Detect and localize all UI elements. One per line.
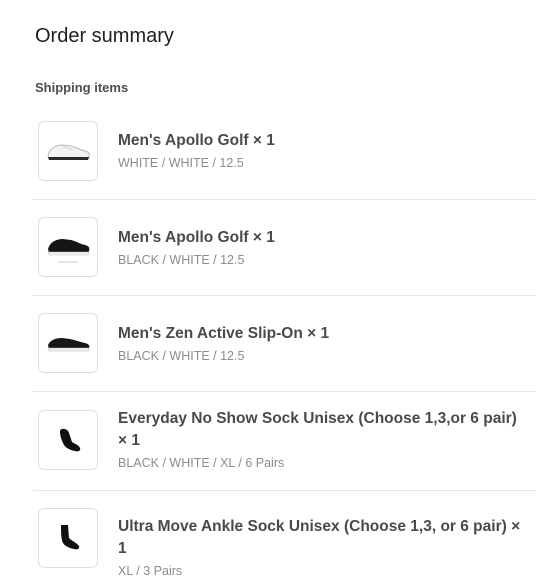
list-item: Men's Apollo Golf × 1 BLACK / WHITE / 12… [33, 199, 536, 296]
item-name: Men's Apollo Golf × 1 [118, 132, 275, 149]
product-image-white-golf-shoe[interactable] [38, 121, 98, 181]
item-variant: WHITE / WHITE / 12.5 [118, 156, 244, 170]
black-slip-on-shoe-icon [47, 338, 90, 352]
product-image-black-no-show-sock[interactable] [38, 410, 98, 470]
item-variant: BLACK / WHITE / 12.5 [118, 253, 245, 267]
product-image-black-slip-on-shoe[interactable] [38, 313, 98, 373]
list-item: Men's Apollo Golf × 1 WHITE / WHITE / 12… [33, 106, 536, 200]
black-no-show-sock-icon [60, 428, 81, 452]
item-name: Everyday No Show Sock Unisex (Choose 1,3… [118, 410, 517, 449]
list-item: Men's Zen Active Slip-On × 1 BLACK / WHI… [33, 295, 536, 392]
white-golf-shoe-icon [47, 144, 90, 160]
item-variant: BLACK / WHITE / 12.5 [118, 349, 245, 363]
shipping-items-label: Shipping items [35, 80, 129, 95]
black-ankle-sock-icon [61, 525, 80, 550]
item-name: Men's Zen Active Slip-On × 1 [118, 325, 330, 342]
item-name: Men's Apollo Golf × 1 [118, 229, 275, 246]
product-image-black-golf-shoe[interactable] [38, 217, 98, 277]
item-name: Ultra Move Ankle Sock Unisex (Choose 1,3… [118, 518, 521, 557]
list-item: Everyday No Show Sock Unisex (Choose 1,3… [33, 391, 536, 491]
list-item: Ultra Move Ankle Sock Unisex (Choose 1,3… [33, 490, 536, 577]
black-golf-shoe-icon [47, 239, 90, 263]
order-summary-title: Order summary [35, 25, 174, 47]
product-image-black-ankle-sock[interactable] [38, 508, 98, 568]
item-variant: XL / 3 Pairs [118, 564, 183, 577]
item-variant: BLACK / WHITE / XL / 6 Pairs [118, 456, 285, 470]
